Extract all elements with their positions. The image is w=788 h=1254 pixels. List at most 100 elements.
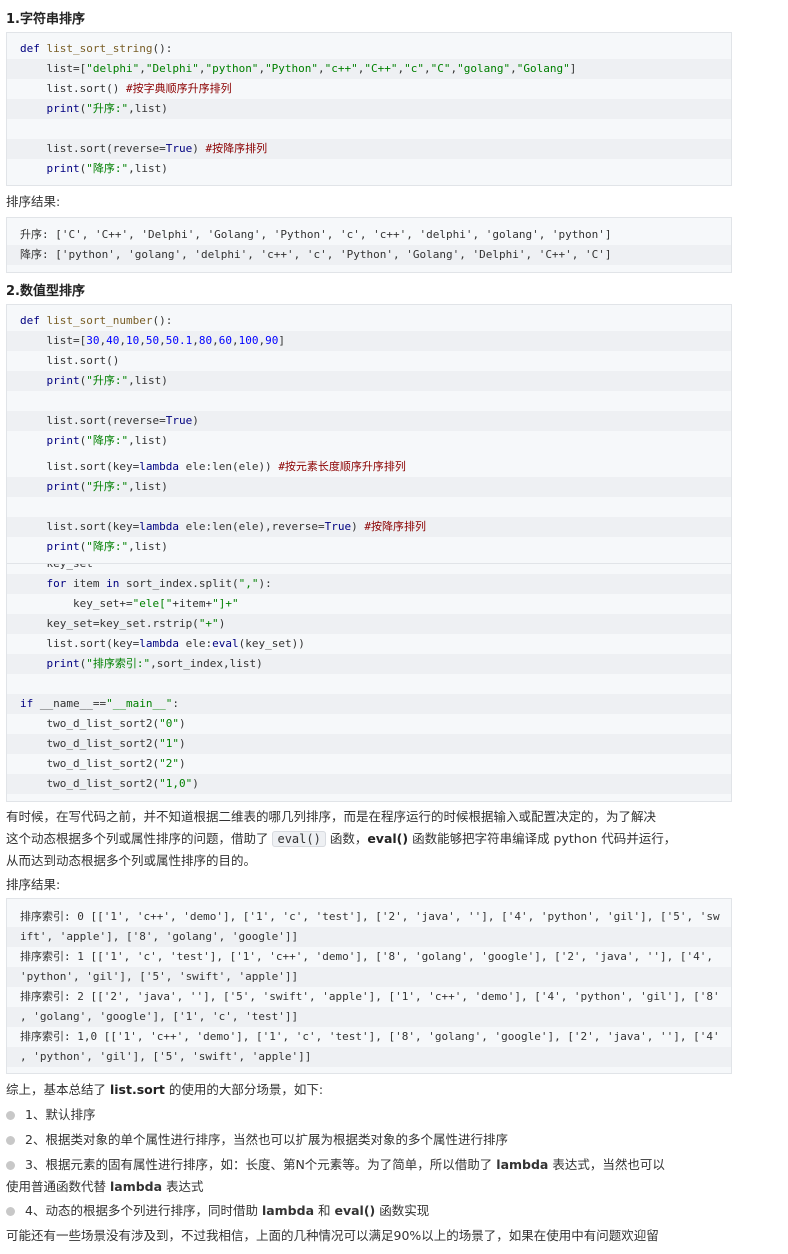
output-line: 排序索引: 1 [['1', 'c', 'test'], ['1', 'c++'… bbox=[20, 950, 714, 963]
code-token: , bbox=[192, 334, 199, 347]
code-token: "降序:" bbox=[86, 162, 129, 175]
code-line: list.sort(reverse=True) bbox=[20, 411, 199, 431]
code-line: two_d_list_sort2("1,0") bbox=[20, 774, 199, 794]
code-token: eval bbox=[212, 637, 239, 650]
code-line: list=["delphi","Delphi","python","Python… bbox=[20, 59, 576, 79]
code-token: , bbox=[159, 334, 166, 347]
code-block-string-sort: def list_sort_string(): list=["delphi","… bbox=[6, 32, 732, 186]
code-line: if __name__=="__main__": bbox=[20, 694, 179, 714]
code-line: list.sort(key=lambda ele:len(ele)) #按元素长… bbox=[20, 457, 405, 477]
output-block-dynamic-sort: 排序索引: 0 [['1', 'c++', 'demo'], ['1', 'c'… bbox=[6, 898, 732, 1074]
code-token: two_d_list_sort2( bbox=[20, 737, 160, 750]
code-token: 30 bbox=[86, 334, 100, 347]
code-token: ele: bbox=[178, 637, 213, 650]
code-token: ) bbox=[218, 617, 226, 630]
code-token: "2" bbox=[159, 757, 179, 770]
output-line: 排序索引: 1,0 [['1', 'c++', 'demo'], ['1', '… bbox=[20, 1030, 720, 1043]
code-token: "1,0" bbox=[159, 777, 193, 790]
code-line: key_set bbox=[20, 564, 92, 574]
text: 函数能够把字符串编译成 python 代码并运行， bbox=[408, 831, 677, 846]
code-token: (): bbox=[152, 314, 173, 327]
code-token: True bbox=[165, 414, 193, 427]
code-token: "," bbox=[238, 577, 259, 590]
list-item: 4、动态的根据多个列进行排序，同时借助 lambda 和 eval() 函数实现 bbox=[6, 1200, 736, 1222]
code-token: ) bbox=[192, 414, 199, 427]
code-token: (): bbox=[152, 42, 173, 55]
code-line: def list_sort_number(): bbox=[20, 311, 172, 331]
paragraph-eval-explanation: 有时候，在写代码之前，并不知道根据二维表的哪几列排序，而是在程序运行的时候根据输… bbox=[6, 806, 736, 872]
bold-eval: eval() bbox=[334, 1203, 376, 1218]
code-token: print bbox=[20, 162, 80, 175]
code-line: print("升序:",list) bbox=[20, 371, 168, 391]
code-token: two_d_list_sort2( bbox=[20, 777, 160, 790]
code-token: print bbox=[20, 657, 80, 670]
code-token: list.sort(key= bbox=[20, 460, 140, 473]
code-token: "排序索引:" bbox=[86, 657, 151, 670]
code-line: key_set=key_set.rstrip("+") bbox=[20, 614, 225, 634]
code-token: ] bbox=[569, 62, 577, 75]
code-token: print bbox=[20, 374, 80, 387]
code-token: ) bbox=[178, 737, 186, 750]
code-token: ) bbox=[178, 717, 186, 730]
code-line: two_d_list_sort2("2") bbox=[20, 754, 185, 774]
bullet-icon bbox=[6, 1207, 15, 1216]
code-token: sort_index.split( bbox=[119, 577, 239, 590]
inline-code-eval: eval() bbox=[272, 831, 326, 847]
code-token: ] bbox=[278, 334, 285, 347]
section-heading-number-sort: 2.数值型排序 bbox=[6, 284, 85, 299]
bullet-icon bbox=[6, 1136, 15, 1145]
code-token: ele:len(ele)) bbox=[178, 460, 279, 473]
code-token: ) bbox=[192, 777, 199, 790]
code-token: two_d_list_sort2( bbox=[20, 757, 160, 770]
code-token: #按降序排列 bbox=[205, 142, 268, 155]
code-line: list.sort(key=lambda ele:eval(key_set)) bbox=[20, 634, 304, 654]
code-token: 100 bbox=[238, 334, 259, 347]
code-token: 40 bbox=[106, 334, 120, 347]
code-token: "升序:" bbox=[86, 374, 129, 387]
code-token: list.sort(key= bbox=[20, 637, 140, 650]
code-token: 10 bbox=[125, 334, 140, 347]
code-line: print("排序索引:",sort_index,list) bbox=[20, 654, 262, 674]
section-heading-string-sort: 1.字符串排序 bbox=[6, 12, 85, 27]
code-token: for bbox=[20, 577, 67, 590]
code-token: print bbox=[20, 480, 80, 493]
code-token: print bbox=[20, 102, 80, 115]
code-line: list.sort(reverse=True) #按降序排列 bbox=[20, 139, 267, 159]
code-token: two_d_list_sort2( bbox=[20, 717, 160, 730]
code-token: , bbox=[424, 62, 431, 75]
code-token: ,list) bbox=[128, 102, 168, 115]
code-token: "golang" bbox=[457, 62, 511, 75]
code-line: two_d_list_sort2("0") bbox=[20, 714, 186, 734]
list-item: 1、默认排序 bbox=[6, 1104, 736, 1126]
code-token: 50 bbox=[145, 334, 160, 347]
list-item-text: 1、默认排序 bbox=[25, 1107, 96, 1122]
code-token: list_sort_number bbox=[46, 314, 153, 327]
bold-list-sort: list.sort bbox=[109, 1082, 165, 1097]
code-line: print("降序:",list) bbox=[20, 537, 167, 557]
code-token: print bbox=[20, 540, 80, 553]
list-item-text: 表达式 bbox=[162, 1179, 204, 1194]
code-token: "__main__" bbox=[106, 697, 173, 710]
code-line: print("升序:",list) bbox=[20, 477, 168, 497]
code-token: #按字典顺序升序排列 bbox=[125, 82, 232, 95]
text: 函数， bbox=[325, 831, 368, 846]
code-line: print("升序:",list) bbox=[20, 99, 168, 119]
code-token: "c" bbox=[404, 62, 425, 75]
bold-lambda: lambda bbox=[261, 1203, 315, 1218]
list-item-text: 函数实现 bbox=[375, 1203, 430, 1218]
code-block-number-sort: def list_sort_number(): list=[30,40,10,5… bbox=[6, 304, 732, 564]
code-token: "C++" bbox=[364, 62, 398, 75]
code-token: ,list) bbox=[128, 374, 168, 387]
code-line: for item in sort_index.split(","): bbox=[20, 574, 271, 594]
code-token: #按降序排列 bbox=[364, 520, 427, 533]
code-token: , bbox=[212, 334, 219, 347]
code-token: ) bbox=[351, 520, 365, 533]
code-token: ,list) bbox=[128, 480, 168, 493]
code-token: , bbox=[139, 334, 146, 347]
list-item: 2、根据类对象的单个属性进行排序，当然也可以扩展为根据类对象的多个属性进行排序 bbox=[6, 1129, 736, 1151]
summary-text: 综上，基本总结了 list.sort 的使用的大部分场景，如下: bbox=[6, 1079, 736, 1101]
code-token: 60 bbox=[218, 334, 232, 347]
output-line: 'python', 'gil'], ['5', 'swift', 'apple'… bbox=[20, 970, 299, 983]
code-token: 80 bbox=[198, 334, 213, 347]
code-token: , bbox=[318, 62, 325, 75]
